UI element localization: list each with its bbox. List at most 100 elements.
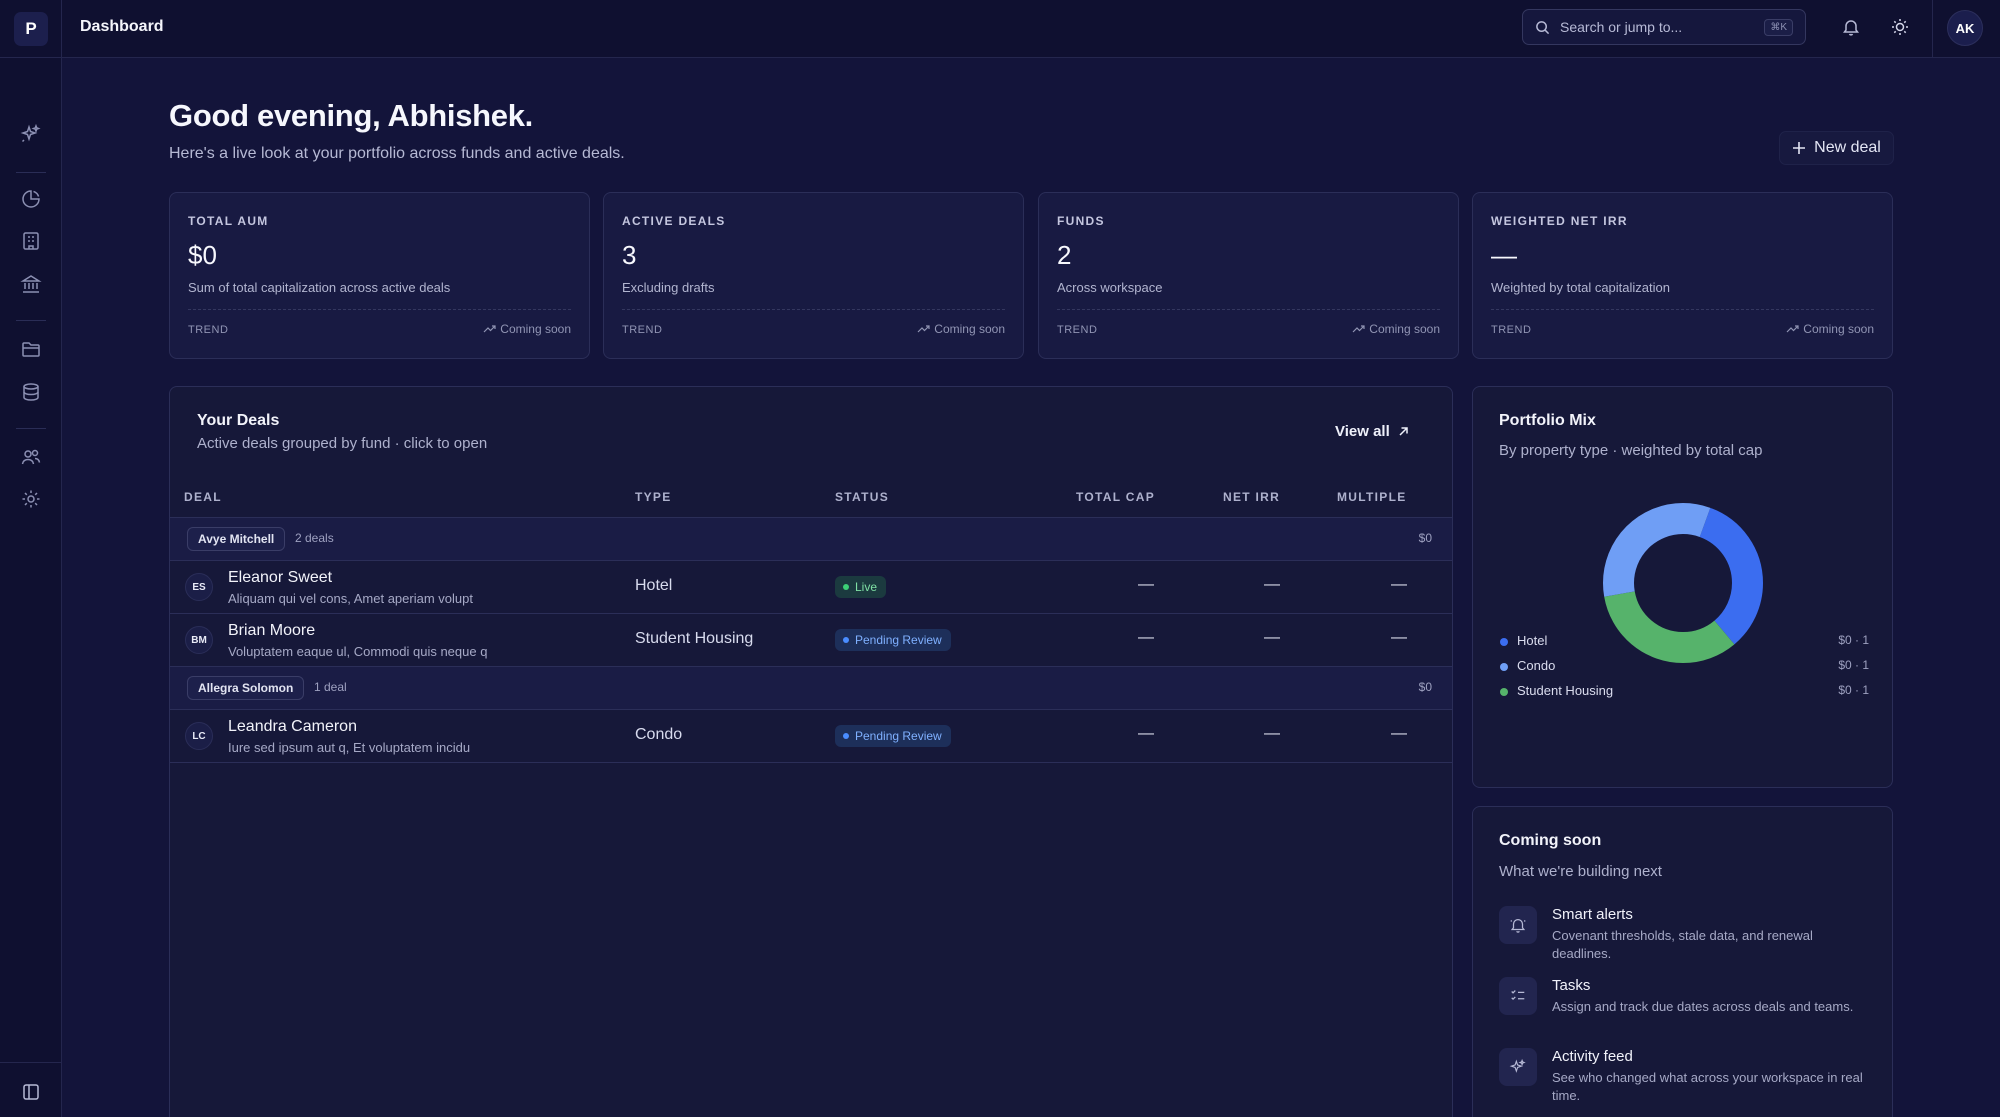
search-input[interactable]: Search or jump to... ⌘K [1522,9,1806,45]
sidebar [0,58,62,1117]
total-cap-value: — [1138,725,1154,742]
fund-group-header[interactable]: Allegra Solomon 1 deal $0 [170,667,1452,709]
divider [1057,309,1440,310]
sidebar-separator [16,172,46,173]
kpi-trend-status: Coming soon [917,322,1005,336]
multiple-value: — [1391,725,1407,742]
status-badge: Live [835,576,887,598]
kpi-card-funds: FUNDS 2 Across workspace TREND Coming so… [1038,192,1459,359]
kpi-value: — [1491,240,1517,270]
legend-label: Hotel [1517,633,1548,648]
users-icon[interactable] [20,446,42,468]
table-row[interactable]: ES Eleanor Sweet Aliquam qui vel cons, A… [170,561,1452,613]
legend-label: Condo [1517,658,1556,673]
checklist-icon [1511,990,1525,1001]
status-label: Pending Review [855,729,942,743]
legend-label: Student Housing [1517,683,1614,698]
deal-description: Iure sed ipsum aut q, Et voluptatem inci… [228,740,471,755]
kpi-label: ACTIVE DEALS [622,214,726,228]
feature-description: See who changed what across your workspa… [1552,1070,1863,1103]
user-avatar[interactable]: AK [1947,10,1983,46]
deal-name: Eleanor Sweet [228,569,333,586]
deal-type: Condo [635,726,683,743]
fund-deal-count: 2 deals [295,531,334,545]
divider [1932,0,1933,58]
panel-subtitle: What we're building next [1499,863,1662,880]
divider [188,309,571,310]
kpi-trend-value: Coming soon [934,322,1005,336]
view-all-label: View all [1335,423,1390,440]
database-icon[interactable] [20,381,42,403]
bell-icon[interactable] [1841,17,1861,37]
kpi-value: 2 [1057,240,1072,270]
fund-chip[interactable]: Allegra Solomon [187,676,305,700]
divider [61,0,62,58]
legend-item: Student Housing $0 · 1 [1499,682,1869,702]
column-header-type[interactable]: TYPE [635,490,672,504]
column-header-total-cap[interactable]: TOTAL CAP [1076,490,1155,504]
sparkle-icon[interactable] [20,123,42,145]
multiple-value: — [1391,576,1407,593]
column-header-net-irr[interactable]: NET IRR [1223,490,1280,504]
bell-icon [1510,918,1526,933]
deal-avatar: ES [185,573,213,601]
trend-up-icon [917,325,930,333]
arrow-up-right-icon [1399,427,1408,436]
sidebar-separator [16,320,46,321]
kpi-label: WEIGHTED NET IRR [1491,214,1628,228]
feature-icon-box [1499,1048,1537,1086]
status-dot [843,637,849,643]
panel-title: Coming soon [1499,832,1602,849]
feature-name: Activity feed [1552,1048,1633,1065]
sparkle-icon [1509,1058,1526,1073]
sun-icon[interactable] [1890,17,1910,37]
column-header-status[interactable]: STATUS [835,490,889,504]
kpi-trend-label: TREND [1057,324,1098,336]
app-logo[interactable]: P [14,12,48,46]
kpi-trend-status: Coming soon [1352,322,1440,336]
kpi-card-active-deals: ACTIVE DEALS 3 Excluding drafts TREND Co… [603,192,1024,359]
trend-up-icon [1352,325,1365,333]
fund-chip[interactable]: Avye Mitchell [187,527,286,551]
kpi-card-weighted-net-irr: WEIGHTED NET IRR — Weighted by total cap… [1472,192,1893,359]
sidebar-toggle-icon[interactable] [20,1081,42,1103]
bank-icon[interactable] [20,273,42,295]
deal-description: Aliquam qui vel cons, Amet aperiam volup… [228,591,473,606]
fund-total: $0 [1418,680,1432,694]
deal-avatar: LC [185,722,213,750]
column-header-deal[interactable]: DEAL [184,490,222,504]
gear-icon[interactable] [20,488,42,510]
fund-total: $0 [1418,531,1432,545]
feature-item: Activity feed See who changed what acros… [1499,1048,1879,1108]
kpi-trend-label: TREND [622,324,663,336]
status-dot [843,584,849,590]
trend-up-icon [1786,325,1799,333]
status-badge: Pending Review [835,629,951,651]
divider [170,762,1452,763]
your-deals-panel: Your Deals Active deals grouped by fund … [169,386,1453,1117]
legend-swatch [1500,638,1508,646]
feature-name: Tasks [1552,977,1591,994]
kpi-trend-value: Coming soon [1369,322,1440,336]
search-icon [1536,20,1550,34]
fund-group-header[interactable]: Avye Mitchell 2 deals $0 [170,518,1452,560]
net-irr-value: — [1264,725,1280,742]
folder-icon[interactable] [20,338,42,360]
kpi-description: Weighted by total capitalization [1491,280,1670,295]
panel-title: Portfolio Mix [1499,412,1596,429]
pie-chart-icon[interactable] [20,188,42,210]
coming-soon-panel: Coming soon What we're building next Sma… [1472,806,1893,1117]
total-cap-value: — [1138,576,1154,593]
column-header-multiple[interactable]: MULTIPLE [1337,490,1407,504]
feature-item: Tasks Assign and track due dates across … [1499,977,1879,1037]
view-all-link[interactable]: View all [1335,423,1409,440]
portfolio-mix-panel: Portfolio Mix By property type · weighte… [1472,386,1893,788]
table-row[interactable]: LC Leandra Cameron Iure sed ipsum aut q,… [170,710,1452,762]
building-icon[interactable] [20,230,42,252]
table-row[interactable]: BM Brian Moore Voluptatem eaque ul, Comm… [170,614,1452,666]
legend-item: Hotel $0 · 1 [1499,632,1869,652]
feature-description: Assign and track due dates across deals … [1552,999,1854,1014]
legend-value: $0 · 1 [1838,658,1869,672]
new-deal-button[interactable]: New deal [1779,131,1894,165]
legend-swatch [1500,688,1508,696]
